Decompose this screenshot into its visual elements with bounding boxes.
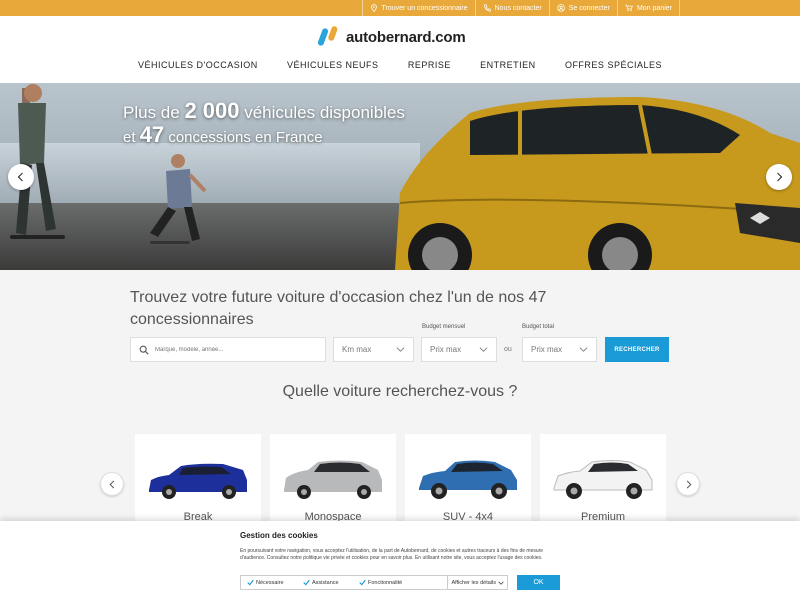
find-dealer-link[interactable]: Trouver un concessionnaire xyxy=(361,0,475,16)
phone-icon xyxy=(483,4,491,12)
hero-next-button[interactable] xyxy=(766,164,792,190)
child-figure xyxy=(150,154,207,244)
hero-prev-button[interactable] xyxy=(8,164,34,190)
categories-prev-button[interactable] xyxy=(100,472,124,496)
cookie-banner: Gestion des cookies En poursuivant votre… xyxy=(0,521,800,600)
chevron-right-icon xyxy=(686,480,691,488)
contact-label: Nous contacter xyxy=(494,4,542,12)
cart-link[interactable]: Mon panier xyxy=(616,0,680,16)
site-logo[interactable]: autobernard.com xyxy=(318,25,466,49)
chevron-left-icon xyxy=(17,172,23,182)
location-pin-icon xyxy=(370,4,377,12)
hero-line-2: et 47 concessions en France xyxy=(123,122,323,147)
premium-car-image xyxy=(553,460,653,499)
cookie-option-functionality[interactable]: Fonctionnalité xyxy=(353,579,445,586)
main-nav: VÉHICULES D'OCCASION VÉHICULES NEUFS REP… xyxy=(120,60,680,70)
chevron-left-icon xyxy=(109,480,114,488)
chevron-down-icon xyxy=(479,347,488,352)
category-card-monospace[interactable]: Monospace xyxy=(270,434,396,534)
category-card-break[interactable]: Break xyxy=(135,434,261,534)
hero-line-1: Plus de 2 000 véhicules disponibles xyxy=(123,98,405,123)
category-card-suv[interactable]: SUV - 4x4 xyxy=(405,434,531,534)
cookie-text: En poursuivant votre navigation, vous ac… xyxy=(240,548,544,561)
checkmark-icon xyxy=(247,579,254,586)
cookie-details-dropdown[interactable]: Afficher les détails xyxy=(447,576,507,589)
budget-monthly-select[interactable]: Prix max xyxy=(421,337,497,362)
cart-icon xyxy=(625,4,633,12)
search-button[interactable]: RECHERCHER xyxy=(605,337,669,362)
budget-total-value: Prix max xyxy=(531,345,563,354)
search-box[interactable] xyxy=(130,337,326,362)
search-heading: Trouvez votre future voiture d'occasion … xyxy=(130,289,547,328)
user-icon xyxy=(556,4,565,12)
km-max-select[interactable]: Km max xyxy=(333,337,414,362)
top-bar: Trouver un concessionnaire Nous contacte… xyxy=(0,0,800,16)
or-separator: ou xyxy=(504,346,512,353)
hero-car xyxy=(395,97,800,270)
logo-text: autobernard.com xyxy=(346,28,466,46)
checkmark-icon xyxy=(303,579,310,586)
adult-figure xyxy=(10,84,65,239)
nav-special-offers[interactable]: OFFRES SPÉCIALES xyxy=(565,60,662,70)
cookie-options: Nécessaire Assistance Fonctionnalité Aff… xyxy=(240,575,508,590)
nav-new-vehicles[interactable]: VÉHICULES NEUFS xyxy=(287,60,379,70)
budget-total-label: Budget total xyxy=(522,324,555,330)
checkmark-icon xyxy=(359,579,366,586)
search-icon xyxy=(139,345,149,355)
chevron-down-icon xyxy=(498,581,504,585)
monospace-car-image xyxy=(284,460,382,499)
vehicle-count: 2 000 xyxy=(184,98,240,123)
cookie-option-necessary[interactable]: Nécessaire xyxy=(241,579,297,586)
break-car-image xyxy=(149,463,247,499)
category-card-premium[interactable]: Premium xyxy=(540,434,666,534)
chevron-right-icon xyxy=(777,172,783,182)
contact-link[interactable]: Nous contacter xyxy=(474,0,549,16)
nav-used-vehicles[interactable]: VÉHICULES D'OCCASION xyxy=(138,60,258,70)
hero-title: Plus de 2 000 véhicules disponibles et 4… xyxy=(123,100,405,149)
budget-total-select[interactable]: Prix max xyxy=(522,337,597,362)
dealer-count: 47 xyxy=(139,122,165,147)
km-max-value: Km max xyxy=(342,345,372,354)
nav-maintenance[interactable]: ENTRETIEN xyxy=(480,60,536,70)
logo-mark-icon xyxy=(318,26,338,46)
login-label: Se connecter xyxy=(568,4,610,12)
budget-monthly-label: Budget mensuel xyxy=(422,324,466,330)
cart-label: Mon panier xyxy=(636,4,672,12)
site-header: autobernard.com VÉHICULES D'OCCASION VÉH… xyxy=(0,16,800,83)
cookie-title: Gestion des cookies xyxy=(240,531,318,540)
chevron-down-icon xyxy=(396,347,405,352)
find-dealer-label: Trouver un concessionnaire xyxy=(381,4,468,12)
cookie-ok-button[interactable]: OK xyxy=(517,575,560,590)
cookie-option-assistance[interactable]: Assistance xyxy=(297,579,353,586)
categories-next-button[interactable] xyxy=(676,472,700,496)
categories-heading: Quelle voiture recherchez-vous ? xyxy=(282,383,518,400)
login-link[interactable]: Se connecter xyxy=(548,0,617,16)
search-input[interactable] xyxy=(155,346,315,353)
top-links: Trouver un concessionnaire Nous contacte… xyxy=(361,0,680,16)
budget-monthly-value: Prix max xyxy=(430,345,462,354)
suv-car-image xyxy=(419,460,517,499)
hero-banner: Plus de 2 000 véhicules disponibles et 4… xyxy=(0,83,800,270)
cookie-details-label: Afficher les détails xyxy=(451,579,496,586)
nav-trade-in[interactable]: REPRISE xyxy=(408,60,451,70)
chevron-down-icon xyxy=(579,347,588,352)
